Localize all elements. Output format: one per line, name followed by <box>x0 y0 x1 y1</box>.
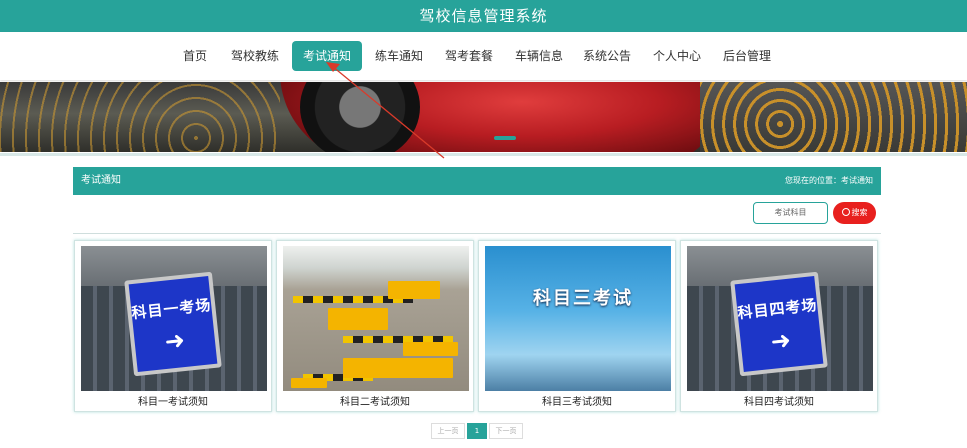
nav-item-home[interactable]: 首页 <box>180 42 210 70</box>
pagination-next[interactable]: 下一页 <box>489 423 523 439</box>
nav-item-package[interactable]: 驾考套餐 <box>444 42 494 70</box>
notice-card-title[interactable]: 科目一考试须知 <box>75 393 271 408</box>
hero-banner <box>0 82 967 152</box>
nav-item-vehicle[interactable]: 车辆信息 <box>514 42 564 70</box>
nav-item-coach[interactable]: 驾校教练 <box>230 42 280 70</box>
exam-banner-text: 科目三考试 <box>533 288 633 309</box>
breadcrumb: 您现在的位置：考试通知 <box>785 176 873 185</box>
notice-card-title[interactable]: 科目四考试须知 <box>681 393 877 408</box>
exam-sign: 科目四考场 ➜ <box>730 271 828 377</box>
app-title: 驾校信息管理系统 <box>0 0 967 32</box>
notice-card-image[interactable]: 科目一考场 ➜ <box>81 246 267 391</box>
notice-card-title[interactable]: 科目二考试须知 <box>277 393 473 408</box>
notice-card-image[interactable] <box>283 246 469 391</box>
nav-item-exam-notice[interactable]: 考试通知 <box>292 41 362 71</box>
nav-item-announcement[interactable]: 系统公告 <box>582 42 632 70</box>
notice-card[interactable]: 科目四考场 ➜ 科目四考试须知 <box>680 240 878 412</box>
exam-sign: 科目一考场 ➜ <box>124 271 222 377</box>
pagination-prev[interactable]: 上一页 <box>431 423 465 439</box>
section-header: 考试通知 您现在的位置：考试通知 <box>73 167 881 195</box>
search-icon <box>841 208 850 216</box>
search-input[interactable]: 考试科目 <box>753 202 828 224</box>
pagination-current[interactable]: 1 <box>467 423 487 439</box>
tire-image <box>300 82 420 152</box>
notice-card-title[interactable]: 科目三考试须知 <box>479 393 675 408</box>
nav-item-admin[interactable]: 后台管理 <box>722 42 772 70</box>
search-button[interactable]: 搜索 <box>833 202 876 224</box>
notice-card[interactable]: 科目二考试须知 <box>276 240 474 412</box>
nav-item-practice-notice[interactable]: 练车通知 <box>374 42 424 70</box>
carousel-dot-active[interactable] <box>494 136 516 140</box>
arrow-right-icon: ➜ <box>163 325 187 356</box>
main-nav: 首页 驾校教练 考试通知 练车通知 驾考套餐 车辆信息 系统公告 个人中心 后台… <box>0 32 967 80</box>
nav-item-profile[interactable]: 个人中心 <box>652 42 702 70</box>
search-button-label: 搜索 <box>851 208 868 217</box>
notice-card-image[interactable]: 科目四考场 ➜ <box>687 246 873 391</box>
notice-card[interactable]: 科目一考场 ➜ 科目一考试须知 <box>74 240 272 412</box>
notice-card[interactable]: 科目三考试 科目三考试须知 <box>478 240 676 412</box>
notice-card-image[interactable]: 科目三考试 <box>485 246 671 391</box>
section-title: 考试通知 <box>81 175 121 186</box>
arrow-right-icon: ➜ <box>769 325 793 356</box>
